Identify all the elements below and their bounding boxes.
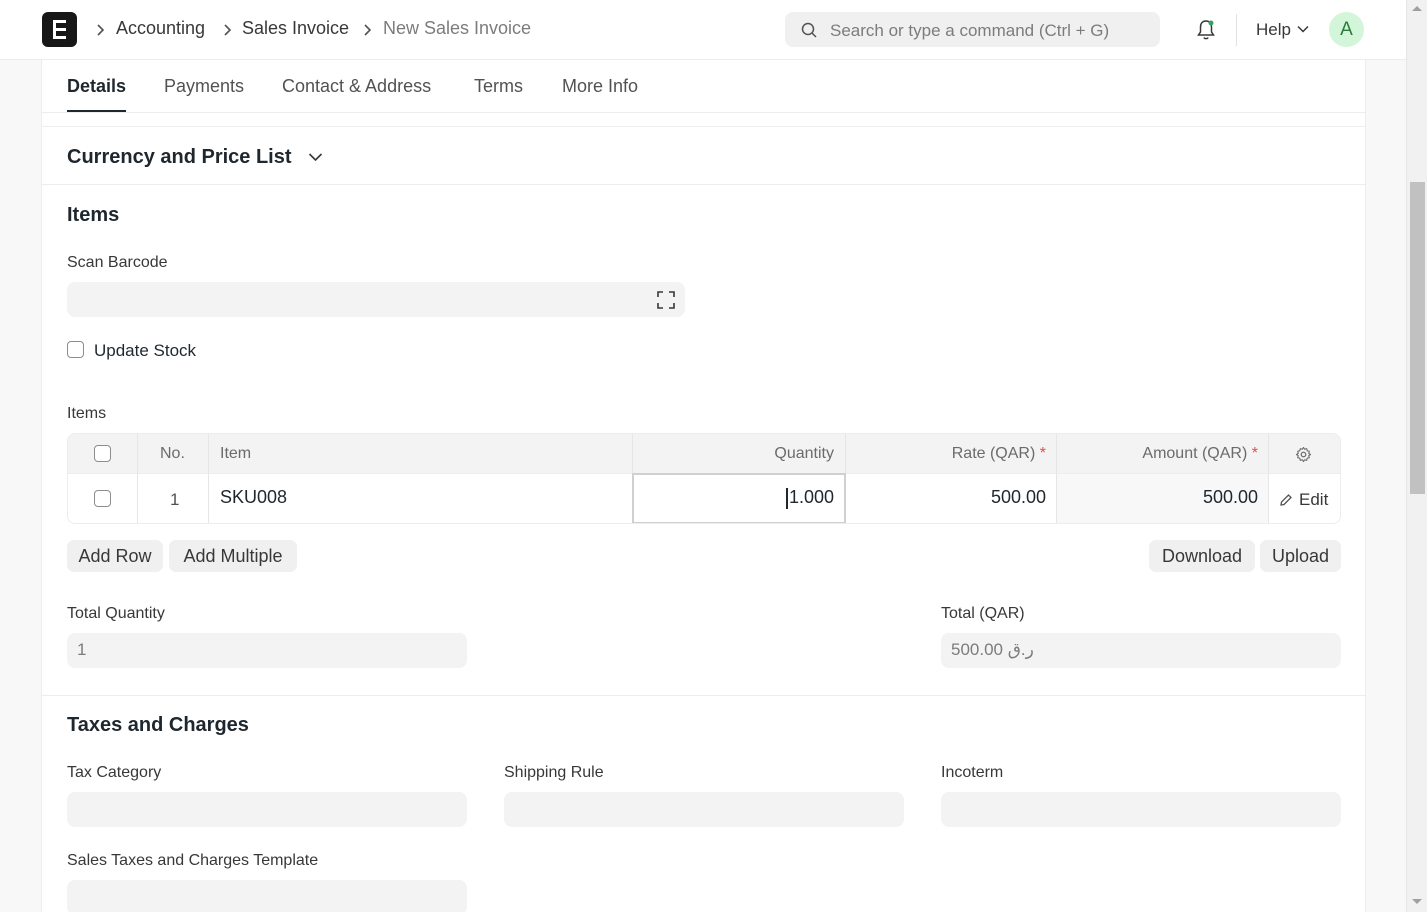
search-icon — [801, 22, 817, 38]
user-avatar[interactable]: A — [1329, 12, 1364, 47]
total-quantity-field: 1 — [67, 633, 467, 668]
sales-taxes-template-input[interactable] — [67, 880, 467, 912]
breadcrumb-new-sales-invoice: New Sales Invoice — [383, 18, 532, 38]
upload-button[interactable]: Upload — [1260, 540, 1341, 572]
required-marker: * — [1039, 445, 1046, 462]
row-item-code[interactable]: SKU008 — [220, 487, 287, 508]
tab-more-info[interactable]: More Info — [562, 76, 638, 97]
column-header-quantity: Quantity — [774, 445, 834, 462]
column-header-item: Item — [220, 445, 252, 462]
pencil-icon[interactable] — [1279, 493, 1293, 507]
shipping-rule-label: Shipping Rule — [504, 764, 604, 781]
row-number: 1 — [170, 490, 180, 509]
top-navbar: Accounting Sales Invoice New Sales Invoi… — [0, 0, 1406, 60]
column-header-amount: Amount (QAR) * — [1142, 445, 1258, 462]
update-stock-checkbox[interactable] — [67, 341, 84, 358]
row-select-checkbox[interactable] — [94, 490, 111, 507]
breadcrumb-chevron-icon — [364, 24, 372, 36]
row-edit-button[interactable]: Edit — [1299, 490, 1328, 510]
barcode-scan-icon[interactable] — [657, 291, 675, 309]
download-button[interactable]: Download — [1149, 540, 1255, 572]
chevron-down-icon[interactable] — [308, 152, 323, 162]
notification-bell-icon[interactable] — [1196, 19, 1216, 41]
tab-details[interactable]: Details — [67, 76, 126, 97]
scroll-up-arrow-icon[interactable] — [1412, 6, 1422, 11]
total-field: ر.ق 500.00 — [941, 633, 1341, 668]
add-row-button[interactable]: Add Row — [67, 540, 163, 572]
help-menu[interactable]: Help — [1256, 20, 1291, 40]
tab-payments[interactable]: Payments — [164, 76, 244, 97]
search-bar[interactable]: Search or type a command (Ctrl + G) — [785, 12, 1160, 47]
tax-category-input[interactable] — [67, 792, 467, 827]
section-divider — [42, 126, 1365, 127]
section-divider — [42, 184, 1365, 185]
incoterm-label: Incoterm — [941, 764, 1004, 781]
column-header-no: No. — [160, 445, 185, 462]
breadcrumb-chevron-icon — [224, 24, 232, 36]
update-stock-label: Update Stock — [94, 341, 197, 360]
section-divider — [42, 695, 1365, 696]
tab-bar-border — [42, 112, 1365, 113]
breadcrumb-accounting[interactable]: Accounting — [116, 18, 205, 39]
quantity-input[interactable]: 1.000 — [632, 473, 846, 523]
scan-barcode-label: Scan Barcode — [67, 254, 168, 271]
incoterm-input[interactable] — [941, 792, 1341, 827]
select-all-checkbox[interactable] — [94, 445, 111, 462]
rate-value[interactable]: 500.00 — [991, 487, 1046, 508]
taxes-section-title: Taxes and Charges — [67, 714, 249, 736]
column-divider — [208, 434, 209, 523]
total-label: Total (QAR) — [941, 605, 1025, 622]
chevron-down-icon[interactable] — [1297, 25, 1309, 33]
breadcrumb-chevron-icon — [97, 24, 105, 36]
text-cursor — [786, 488, 788, 509]
amount-value: 500.00 — [1202, 487, 1258, 507]
column-header-rate: Rate (QAR) * — [951, 445, 1046, 462]
quantity-value: 1.000 — [788, 487, 834, 507]
column-divider — [137, 434, 138, 523]
app-logo-icon[interactable] — [42, 12, 77, 47]
items-section-title: Items — [67, 204, 120, 226]
scan-barcode-input[interactable] — [67, 282, 685, 317]
column-divider — [1056, 434, 1057, 523]
breadcrumb-sales-invoice[interactable]: Sales Invoice — [242, 18, 349, 39]
page-scrollbar[interactable] — [1406, 0, 1427, 912]
search-placeholder: Search or type a command (Ctrl + G) — [830, 21, 1110, 40]
items-grid-label: Items — [67, 405, 107, 422]
scrollbar-thumb[interactable] — [1410, 182, 1425, 494]
form-card: Details Payments Contact & Address Terms… — [41, 60, 1366, 912]
items-table: No. Item Quantity Rate (QAR) * Amount (Q… — [67, 433, 1341, 524]
sales-taxes-template-label: Sales Taxes and Charges Template — [67, 852, 319, 869]
tax-category-label: Tax Category — [67, 764, 162, 781]
column-divider — [1268, 434, 1269, 523]
add-multiple-button[interactable]: Add Multiple — [169, 540, 297, 572]
tab-terms[interactable]: Terms — [474, 76, 523, 97]
currency-section-title[interactable]: Currency and Price List — [67, 146, 292, 169]
required-marker: * — [1251, 445, 1258, 462]
shipping-rule-input[interactable] — [504, 792, 904, 827]
scroll-down-arrow-icon[interactable] — [1412, 899, 1422, 904]
gear-icon[interactable] — [1295, 446, 1312, 463]
navbar-divider — [1236, 14, 1237, 46]
total-value: ر.ق 500.00 — [951, 640, 1034, 659]
total-quantity-label: Total Quantity — [67, 605, 165, 622]
tab-contact-address[interactable]: Contact & Address — [282, 76, 431, 97]
total-quantity-value: 1 — [77, 640, 87, 659]
